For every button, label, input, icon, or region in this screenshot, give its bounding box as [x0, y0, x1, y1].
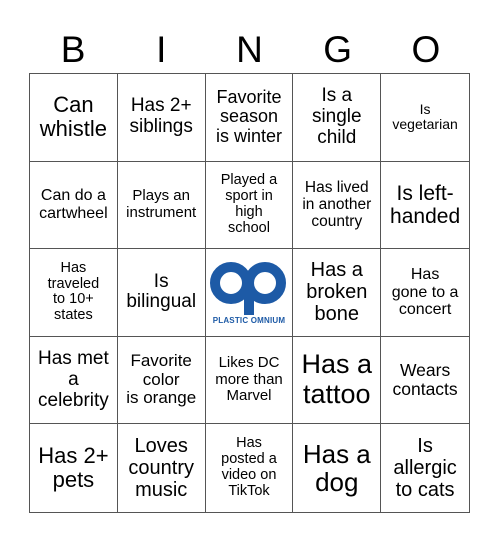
bingo-cell-text: Can whistle	[39, 92, 108, 142]
bingo-cell[interactable]: Has a dog	[293, 424, 382, 512]
plastic-omnium-logo-icon	[209, 262, 286, 316]
bingo-cell[interactable]: Can do a cartwheel	[30, 161, 118, 250]
bingo-cell[interactable]: Has a tattoo	[293, 336, 382, 425]
bingo-cell-text: Has 2+ siblings	[129, 95, 193, 138]
bingo-cell-text: Has lived in another country	[302, 179, 372, 231]
bingo-cell-text: Is vegetarian	[392, 100, 458, 133]
bingo-cell[interactable]: Played a sport in high school	[205, 161, 294, 250]
header-letter-n: N	[236, 29, 263, 70]
bingo-cell[interactable]: Has posted a video on TikTok	[206, 424, 294, 512]
bingo-cell-text: Has 2+ pets	[38, 443, 109, 493]
bingo-cell[interactable]: Is allergic to cats	[381, 424, 469, 512]
bingo-cell-text: Has a broken bone	[306, 259, 368, 326]
bingo-cell[interactable]: Has 2+ pets	[30, 424, 118, 512]
bingo-cell[interactable]: Is a single child	[293, 74, 382, 162]
bingo-cell[interactable]: Favorite season is winter	[205, 74, 294, 162]
bingo-cell-text: Can do a cartwheel	[39, 187, 108, 222]
bingo-cell-text: Likes DC more than Marvel	[215, 354, 283, 405]
header-letter-i: I	[156, 29, 167, 70]
bingo-cell-text: Has posted a video on TikTok	[221, 435, 277, 500]
bingo-cell-text: Favorite color is orange	[126, 351, 197, 408]
bingo-cell[interactable]: Is left- handed	[381, 162, 469, 250]
header-letter-g: G	[323, 29, 353, 70]
bingo-cell[interactable]: Favorite color is orange	[117, 336, 206, 425]
bingo-cell-text: Has traveled to 10+ states	[47, 259, 100, 324]
bingo-cell[interactable]: Loves country music	[118, 424, 206, 512]
bingo-cell-text: Played a sport in high school	[220, 172, 278, 236]
bingo-cell-text: Loves country music	[128, 435, 194, 502]
bingo-grid: Can whistle Has 2+ siblings Favorite seaso…	[29, 73, 470, 513]
logo-text: PLASTIC OMNIUM	[212, 316, 286, 326]
bingo-cell-text: Has a tattoo	[301, 349, 373, 410]
bingo-free-space[interactable]: PLASTIC OMNIUM	[205, 249, 294, 337]
bingo-cell[interactable]: Plays an instrument	[117, 161, 206, 250]
header-letter-b: B	[60, 29, 86, 70]
bingo-cell[interactable]: Has gone to a concert	[381, 249, 469, 337]
bingo-cell[interactable]: Has 2+ siblings	[117, 74, 206, 162]
bingo-cell[interactable]: Has a broken bone	[293, 249, 382, 337]
bingo-cell-text: Favorite season is winter	[215, 86, 282, 147]
logo-o-shape	[209, 262, 252, 305]
bingo-cell[interactable]: Is vegetarian	[381, 74, 469, 162]
bingo-cell-text: Has a dog	[302, 438, 371, 498]
bingo-cell-text: Has met a celebrity	[38, 347, 109, 411]
bingo-cell[interactable]: Wears contacts	[381, 337, 469, 425]
bingo-cell-text: Is left- handed	[390, 181, 461, 228]
bingo-cell-text: Is bilingual	[126, 270, 197, 313]
bingo-cell[interactable]: Has lived in another country	[293, 161, 382, 250]
bingo-cell-text: Plays an instrument	[126, 187, 197, 221]
bingo-cell-text: Has gone to a concert	[391, 266, 459, 319]
bingo-cell[interactable]: Is bilingual	[117, 249, 206, 337]
logo-p-stem	[243, 283, 254, 316]
bingo-header: B I N G O	[29, 28, 470, 72]
bingo-cell[interactable]: Likes DC more than Marvel	[205, 336, 294, 425]
bingo-cell-text: Is allergic to cats	[393, 435, 457, 502]
bingo-cell[interactable]: Has traveled to 10+ states	[30, 249, 118, 337]
bingo-cell[interactable]: Has met a celebrity	[30, 336, 118, 425]
bingo-cell-text: Is a single child	[311, 84, 362, 148]
bingo-cell[interactable]: Can whistle	[30, 74, 118, 162]
bingo-cell-text: Wears contacts	[392, 359, 458, 400]
header-letter-o: O	[411, 29, 441, 70]
